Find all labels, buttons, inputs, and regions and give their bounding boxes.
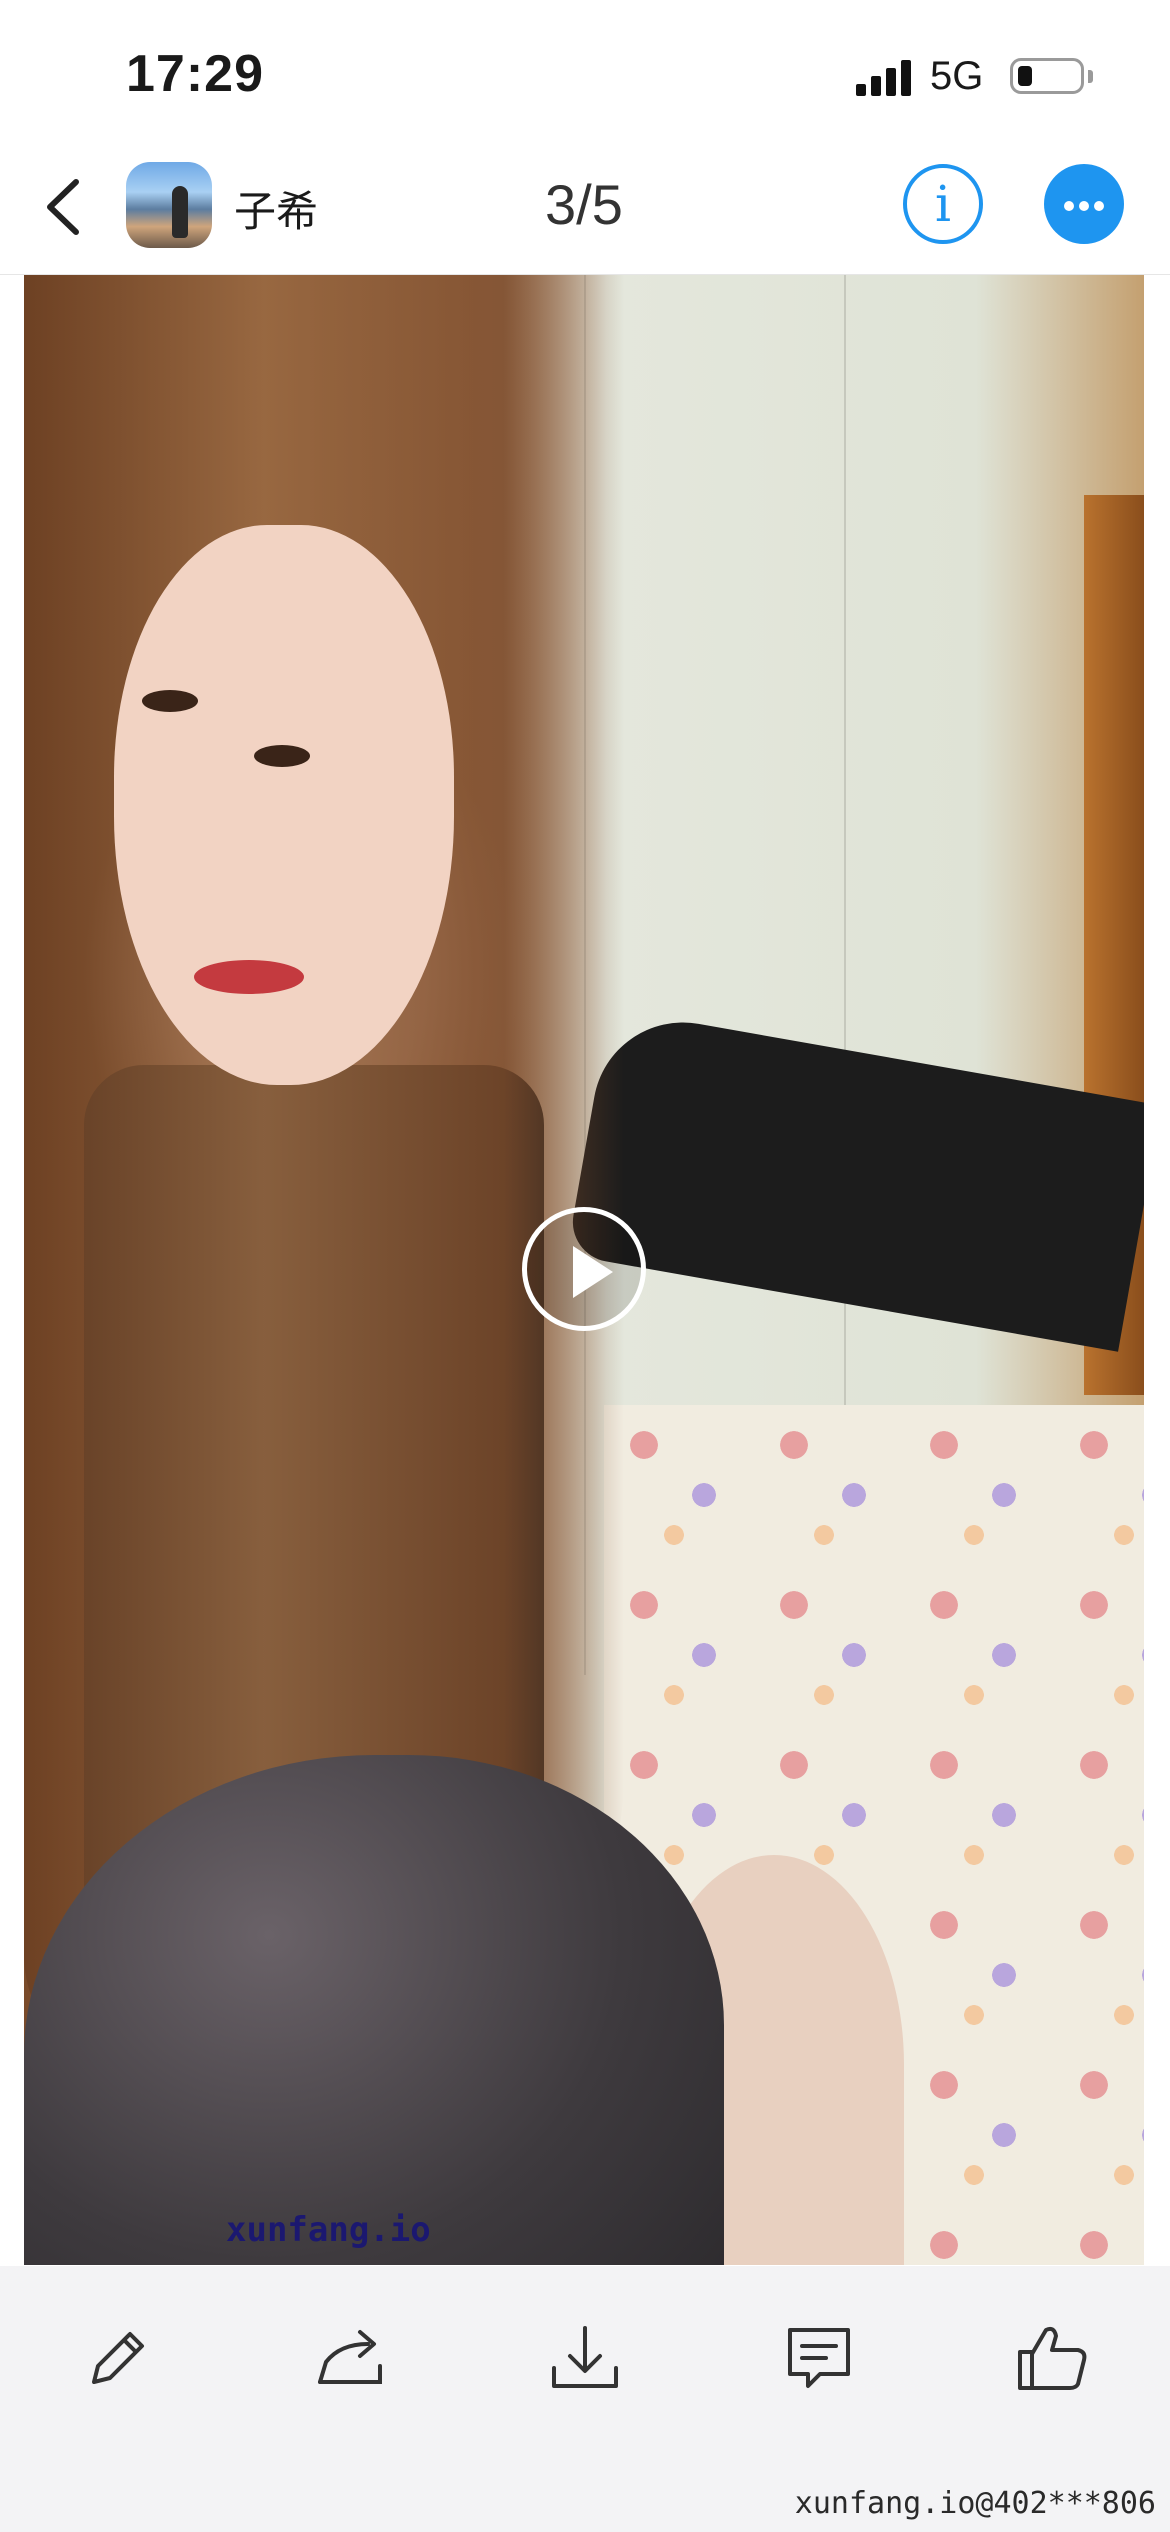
info-button[interactable]: i — [903, 164, 983, 244]
share-icon — [318, 2330, 382, 2384]
face — [114, 525, 454, 1085]
edit-button[interactable] — [72, 2314, 162, 2404]
back-button[interactable] — [30, 172, 100, 242]
comment-icon — [788, 2328, 850, 2388]
user-name[interactable]: 子希 — [234, 178, 318, 239]
video-preview[interactable]: xunfang.io — [24, 275, 1144, 2265]
network-type: 5G — [930, 54, 984, 98]
footer-watermark: xunfang.io@402***806 — [794, 2486, 1156, 2521]
battery-tip — [1088, 70, 1093, 83]
download-button[interactable] — [540, 2314, 630, 2404]
nav-bar: 子希 3/5 i — [0, 150, 1170, 275]
play-button[interactable] — [522, 1207, 646, 1331]
battery-icon — [1010, 58, 1084, 94]
like-button[interactable] — [1008, 2314, 1098, 2404]
lips — [194, 960, 304, 994]
pencil-icon — [92, 2332, 144, 2384]
status-time: 17:29 — [126, 45, 264, 103]
status-bar: 17:29 5G — [0, 0, 1170, 150]
info-icon: i — [935, 175, 951, 233]
more-button[interactable] — [1044, 164, 1124, 244]
download-icon — [552, 2326, 618, 2388]
share-button[interactable] — [306, 2314, 396, 2404]
comment-button[interactable] — [774, 2314, 864, 2404]
avatar[interactable] — [126, 162, 212, 248]
signal-strength-icon — [856, 60, 914, 96]
media-watermark: xunfang.io — [226, 2210, 431, 2250]
chevron-left-icon — [47, 179, 79, 235]
thumbs-up-icon — [1018, 2326, 1087, 2390]
arm — [566, 1008, 1144, 1352]
play-icon — [573, 1246, 613, 1298]
page-counter: 3/5 — [545, 173, 623, 236]
